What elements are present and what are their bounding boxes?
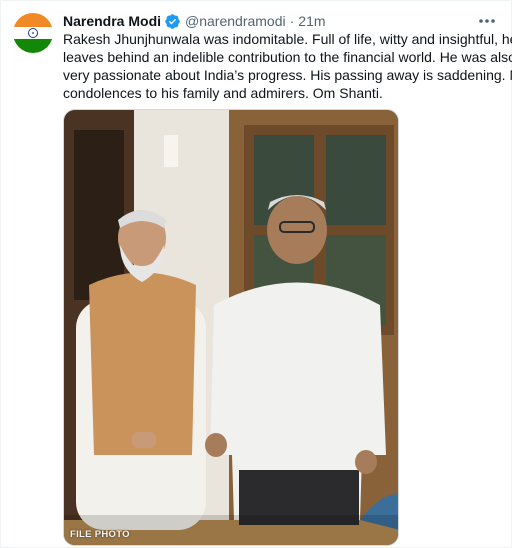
photo-image [64,110,398,545]
author-handle[interactable]: @narendramodi [185,13,286,29]
more-options-button[interactable] [477,13,497,29]
tweet-text-line: leaves behind an indelible contribution … [63,49,512,65]
tweet-header: Narendra Modi @narendramodi · 21m [63,11,497,31]
timestamp[interactable]: 21m [298,13,325,29]
verified-badge-icon [164,13,181,30]
photo-watermark: FILE PHOTO [70,529,130,540]
tweet-text-line: Rakesh Jhunjhunwala was indomitable. Ful… [63,31,512,47]
tweet-photo[interactable]: FILE PHOTO [63,109,399,546]
tweet-text-line: condolences to his family and admirers. … [63,85,383,101]
tweet-text: Rakesh Jhunjhunwala was indomitable. Ful… [63,30,512,102]
tweet-text-line: very passionate about India’s progress. … [63,67,512,83]
author-name[interactable]: Narendra Modi [63,13,161,29]
separator-dot: · [289,13,295,29]
indian-flag-avatar-icon [13,13,53,53]
avatar[interactable] [13,13,53,53]
tweet-card[interactable]: Narendra Modi @narendramodi · 21m Rakesh… [0,0,512,548]
more-horizontal-icon [479,19,495,23]
